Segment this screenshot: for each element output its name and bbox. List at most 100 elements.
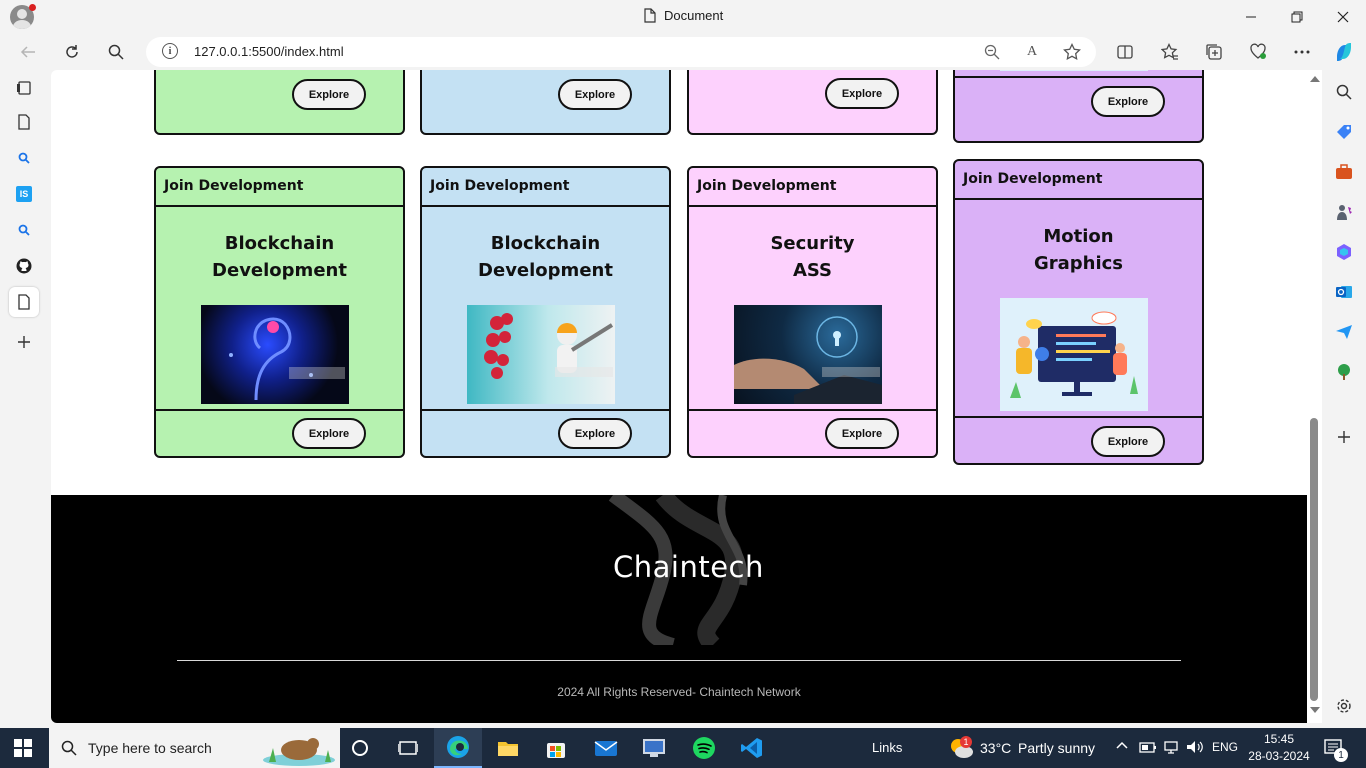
split-screen-icon[interactable] [1111, 38, 1139, 66]
task-view-icon[interactable] [384, 728, 432, 768]
card-header: Join Development [430, 178, 570, 194]
close-icon [1337, 11, 1349, 23]
sidebar-m365-icon[interactable] [1332, 240, 1356, 264]
volume-icon[interactable] [1186, 740, 1204, 759]
links-toolbar[interactable]: Links [872, 740, 902, 755]
edge-browser-icon[interactable] [434, 728, 482, 768]
spotify-icon[interactable] [680, 728, 728, 768]
mail-icon[interactable] [582, 728, 630, 768]
restore-button[interactable] [1274, 2, 1320, 32]
explore-button[interactable]: Explore [292, 79, 366, 110]
sidebar-outlook-icon[interactable] [1332, 280, 1356, 304]
scrollbar-thumb[interactable] [1310, 418, 1318, 701]
copilot-icon[interactable] [1330, 38, 1358, 66]
explore-button[interactable]: Explore [825, 78, 899, 109]
card-title-line-1: Motion [1043, 226, 1114, 247]
developer-screen-illustration [1010, 311, 1138, 398]
microsoft-store-icon[interactable] [532, 728, 580, 768]
restore-icon [1291, 11, 1303, 23]
remote-desktop-icon[interactable] [630, 728, 678, 768]
card-title-line-1: Blockchain [490, 233, 601, 254]
copyright-text: 2024 All Rights Reserved- Chaintech Netw… [557, 685, 801, 699]
settings-more-icon[interactable] [1288, 38, 1316, 66]
page-scrollbar[interactable] [1307, 70, 1322, 723]
browser-title-bar: Document [0, 0, 1366, 34]
sidebar-games-icon[interactable] [1332, 200, 1356, 224]
new-tab-plus-icon[interactable] [9, 327, 39, 357]
close-button[interactable] [1320, 2, 1366, 32]
minimize-button[interactable] [1228, 2, 1274, 32]
refresh-icon [66, 45, 78, 58]
edge-sidebar [1322, 70, 1366, 728]
site-info-icon[interactable]: i [162, 43, 178, 59]
explore-button[interactable]: Explore [558, 418, 632, 449]
card-image [734, 305, 882, 404]
explore-button[interactable]: Explore [1091, 86, 1165, 117]
top-card-2: Explore [420, 70, 671, 135]
top-card-4: Explore [953, 70, 1204, 143]
sidebar-drop-icon[interactable] [1332, 320, 1356, 344]
start-windows-icon[interactable] [14, 739, 32, 757]
refresh-button[interactable] [58, 38, 86, 66]
card-header: Join Development [164, 178, 304, 194]
taskbar-search-icon [61, 740, 77, 756]
tab-actions-icon[interactable] [9, 73, 39, 103]
weather-alert-badge: 1 [960, 736, 972, 748]
show-hidden-icons-chevron-icon[interactable] [1115, 738, 1129, 755]
clock-date[interactable]: 28-03-2024 [1244, 749, 1314, 763]
taskbar-search-box[interactable]: Type here to search [49, 728, 340, 768]
browser-toolbar: i 127.0.0.1:5500/index.html A [0, 34, 1366, 70]
card-title-line-1: Blockchain [224, 233, 335, 254]
tab-search-icon[interactable] [9, 143, 39, 173]
card-header: Join Development [963, 171, 1103, 187]
sidebar-tree-icon[interactable] [1332, 360, 1356, 384]
tab-document-icon[interactable] [9, 107, 39, 137]
sidebar-shopping-tag-icon[interactable] [1332, 120, 1356, 144]
collections-icon[interactable] [1200, 38, 1228, 66]
url-text[interactable]: 127.0.0.1:5500/index.html [194, 44, 344, 59]
scroll-up-arrow-icon[interactable] [1310, 76, 1320, 82]
explore-button[interactable]: Explore [292, 418, 366, 449]
card-title-line-2: Development [212, 260, 347, 281]
explore-button[interactable]: Explore [558, 79, 632, 110]
notification-count-badge: 1 [1334, 748, 1348, 762]
weather-widget[interactable]: 1 33°C Partly sunny [946, 728, 1096, 768]
explore-button[interactable]: Explore [825, 418, 899, 449]
document-icon [644, 8, 656, 23]
browser-essentials-icon[interactable] [1244, 38, 1272, 66]
search-icon [108, 44, 124, 60]
card-image [1000, 298, 1148, 411]
clock-time[interactable]: 15:45 [1249, 732, 1309, 746]
address-bar[interactable]: i 127.0.0.1:5500/index.html A [146, 37, 1096, 67]
tab-github-icon[interactable] [9, 251, 39, 281]
sidebar-add-icon[interactable] [1332, 425, 1356, 449]
sidebar-tools-icon[interactable] [1332, 160, 1356, 184]
search-highlight-capybara-icon [263, 738, 335, 766]
card-divider [156, 409, 403, 411]
file-explorer-icon[interactable] [484, 728, 532, 768]
network-icon[interactable] [1163, 740, 1179, 759]
favorites-icon[interactable] [1156, 38, 1184, 66]
search-button[interactable] [102, 38, 130, 66]
card-title-line-2: Graphics [1033, 253, 1124, 274]
battery-icon[interactable] [1139, 740, 1157, 759]
favorite-star-icon[interactable] [1061, 41, 1083, 63]
vscode-icon[interactable] [728, 728, 776, 768]
scroll-down-arrow-icon[interactable] [1310, 707, 1320, 713]
back-button[interactable] [14, 38, 42, 66]
tab-search-2-icon[interactable] [9, 215, 39, 245]
chaintech-logo[interactable]: Chaintech [603, 489, 763, 652]
explore-button[interactable]: Explore [1091, 426, 1165, 457]
course-card-blockchain-1: Join Development Blockchain Development … [154, 166, 405, 458]
cortana-icon[interactable] [336, 728, 384, 768]
course-card-security: Join Development Security ASS Explore [687, 166, 938, 458]
tab-is-icon[interactable]: IS [9, 179, 39, 209]
sidebar-settings-gear-icon[interactable] [1332, 694, 1356, 718]
read-aloud-icon[interactable]: A [1021, 41, 1043, 63]
sidebar-search-icon[interactable] [1332, 80, 1356, 104]
card-title-line-1: Security [770, 233, 855, 254]
card-divider [955, 198, 1202, 200]
language-indicator[interactable]: ENG [1212, 740, 1238, 754]
zoom-out-icon[interactable] [981, 41, 1003, 63]
tab-active-document-icon[interactable] [9, 287, 39, 317]
